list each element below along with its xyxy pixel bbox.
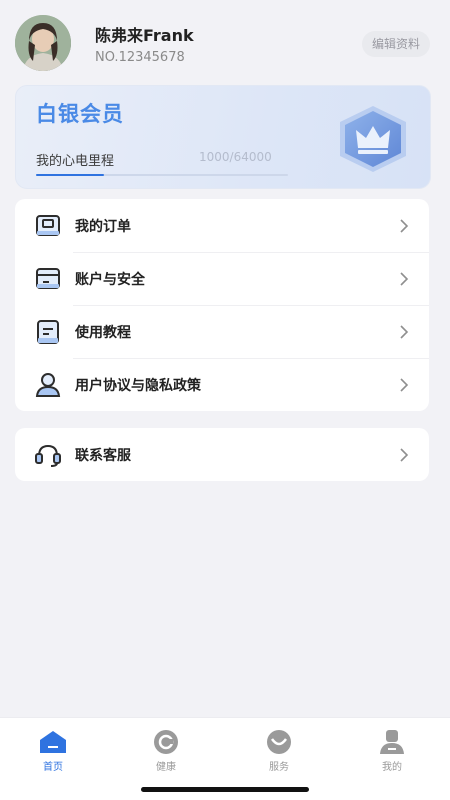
menu-item-label: 用户协议与隐私政策 — [75, 377, 201, 394]
profile-header: 陈弗来Frank NO.12345678 编辑资料 — [0, 0, 450, 85]
tab-home[interactable]: 首页 — [23, 728, 83, 773]
edit-profile-button[interactable]: 编辑资料 — [361, 31, 430, 57]
headset-icon — [33, 440, 63, 470]
tab-label: 我的 — [382, 762, 402, 773]
profile-icon — [376, 728, 408, 756]
chevron-right-icon — [400, 271, 409, 286]
menu-item-account-security[interactable]: 账户与安全 — [15, 252, 429, 305]
menu-item-user-agreement[interactable]: 用户协议与隐私政策 — [15, 358, 429, 411]
tab-label: 服务 — [269, 762, 289, 773]
chevron-right-icon — [400, 377, 409, 392]
primary-menu: 我的订单 账户与安全 使用教程 用户协议与隐私政策 — [15, 199, 429, 411]
member-progress-fill — [36, 174, 105, 176]
menu-item-label: 我的订单 — [75, 218, 131, 235]
menu-item-customer-service[interactable]: 联系客服 — [15, 428, 429, 481]
wallet-icon — [33, 264, 63, 294]
chevron-right-icon — [400, 447, 409, 462]
health-icon — [150, 728, 182, 756]
member-card[interactable]: 白银会员 我的心电里程 1000/64000 — [15, 85, 431, 189]
home-icon — [37, 728, 69, 756]
chevron-right-icon — [400, 324, 409, 339]
member-journey-label: 我的心电里程 — [36, 154, 115, 169]
menu-item-label: 联系客服 — [75, 447, 131, 464]
menu-item-orders[interactable]: 我的订单 — [15, 199, 429, 252]
secondary-menu: 联系客服 — [15, 428, 429, 481]
tab-service[interactable]: 服务 — [249, 728, 309, 773]
member-progress-bar — [36, 174, 288, 176]
member-level: 白银会员 — [36, 102, 124, 126]
tab-profile[interactable]: 我的 — [362, 728, 422, 773]
service-icon — [263, 728, 295, 756]
member-progress-text: 1000/64000 — [199, 150, 272, 164]
crown-badge-icon — [336, 104, 410, 174]
tab-health[interactable]: 健康 — [136, 728, 196, 773]
user-name: 陈弗来Frank — [95, 26, 194, 45]
avatar[interactable] — [15, 15, 71, 71]
user-number: NO.12345678 — [95, 50, 185, 65]
home-indicator — [141, 787, 309, 792]
tab-label: 首页 — [43, 762, 63, 773]
order-icon — [33, 211, 63, 241]
menu-item-label: 账户与安全 — [75, 271, 145, 288]
tab-label: 健康 — [156, 762, 176, 773]
user-agreement-icon — [33, 370, 63, 400]
bottom-tab-bar: 首页 健康 服务 我的 — [0, 717, 450, 800]
menu-item-tutorial[interactable]: 使用教程 — [15, 305, 429, 358]
chevron-right-icon — [400, 218, 409, 233]
menu-item-label: 使用教程 — [75, 324, 131, 341]
tutorial-icon — [33, 317, 63, 347]
